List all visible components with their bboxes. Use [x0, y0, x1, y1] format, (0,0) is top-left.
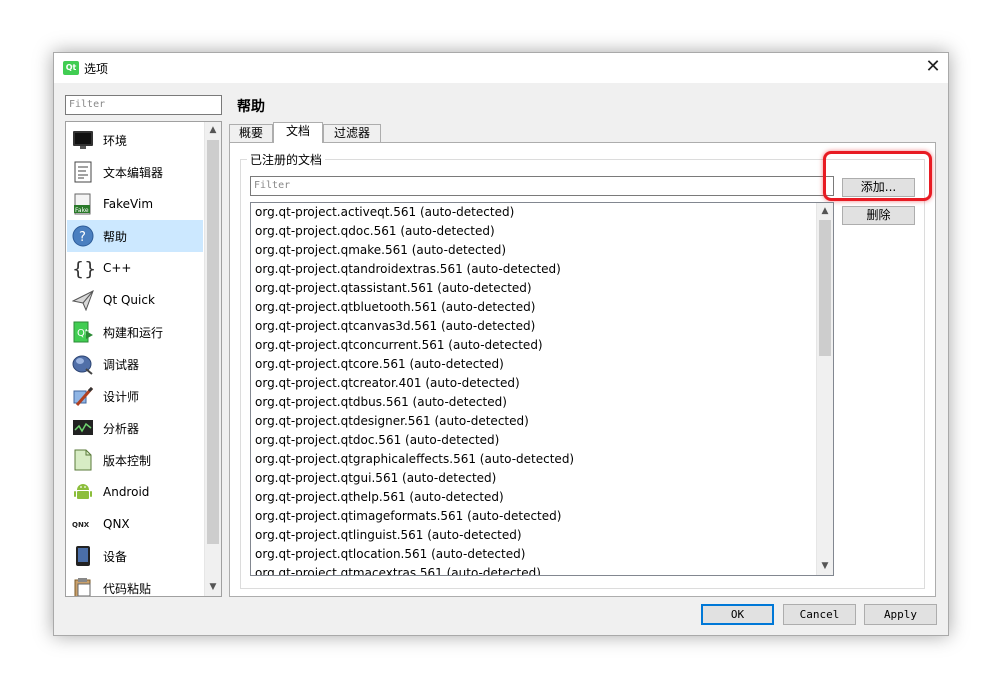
- apply-button[interactable]: Apply: [864, 604, 937, 625]
- build-run-icon: Qt: [71, 320, 95, 344]
- text-editor-icon: [71, 160, 95, 184]
- title-bar: Qt 选项 ✕: [54, 53, 948, 83]
- cancel-button[interactable]: Cancel: [783, 604, 856, 625]
- close-button[interactable]: ✕: [918, 53, 948, 83]
- svg-text:Fake: Fake: [75, 207, 89, 214]
- list-item[interactable]: org.qt-project.qtgui.561 (auto-detected): [255, 469, 496, 488]
- list-item[interactable]: org.qt-project.qtlocation.561 (auto-dete…: [255, 545, 525, 564]
- sidebar-item-code-paste[interactable]: 代码粘贴: [67, 572, 203, 596]
- list-item[interactable]: org.qt-project.qtgraphicaleffects.561 (a…: [255, 450, 574, 469]
- sidebar-item-qnx[interactable]: QNX QNX: [67, 508, 203, 540]
- sidebar-item-label: 帮助: [103, 229, 128, 244]
- category-scrollbar[interactable]: ▲ ▼: [204, 122, 221, 596]
- debugger-icon: [71, 352, 95, 376]
- scrollbar-thumb[interactable]: [207, 140, 219, 544]
- category-filter-input[interactable]: Filter: [65, 95, 222, 115]
- sidebar-item-qt-quick[interactable]: Qt Quick: [67, 284, 203, 316]
- qt-app-icon: Qt: [63, 61, 79, 75]
- sidebar-item-text-editor[interactable]: 文本编辑器: [67, 156, 203, 188]
- scroll-down-icon[interactable]: ▼: [817, 558, 833, 575]
- list-item[interactable]: org.qt-project.qthelp.561 (auto-detected…: [255, 488, 504, 507]
- sidebar-item-label: 代码粘贴: [103, 581, 152, 596]
- list-item[interactable]: org.qt-project.qtmacextras.561 (auto-det…: [255, 564, 541, 575]
- group-title: 已注册的文档: [247, 151, 326, 168]
- sidebar-item-label: 设计师: [103, 389, 140, 404]
- list-item[interactable]: org.qt-project.qtcanvas3d.561 (auto-dete…: [255, 317, 535, 336]
- add-button[interactable]: 添加...: [842, 178, 915, 197]
- list-item[interactable]: org.qt-project.qdoc.561 (auto-detected): [255, 222, 495, 241]
- documents-pane: 已注册的文档 Filter 添加... 删除 org.qt-project.ac…: [229, 142, 936, 597]
- sidebar-item-help[interactable]: ? 帮助: [67, 220, 203, 252]
- qnx-icon: QNX: [71, 512, 95, 536]
- ok-button[interactable]: OK: [701, 604, 774, 625]
- sidebar-item-environment[interactable]: 环境: [67, 124, 203, 156]
- close-icon: ✕: [925, 56, 941, 77]
- code-paste-icon: [71, 576, 95, 596]
- sidebar-item-label: Android: [103, 485, 150, 499]
- sidebar-item-label: QNX: [103, 517, 130, 531]
- page-title: 帮助: [237, 99, 265, 115]
- sidebar-item-label: 构建和运行: [103, 325, 164, 340]
- sidebar-item-label: C++: [103, 261, 132, 275]
- tab-overview[interactable]: 概要: [229, 124, 273, 142]
- sidebar-item-analyzer[interactable]: 分析器: [67, 412, 203, 444]
- doc-filter-input[interactable]: Filter: [250, 176, 834, 196]
- analyzer-icon: [71, 416, 95, 440]
- sidebar-item-label: 调试器: [103, 357, 140, 372]
- monitor-icon: [71, 128, 95, 152]
- list-item[interactable]: org.qt-project.qtcore.561 (auto-detected…: [255, 355, 504, 374]
- sidebar-item-label: 版本控制: [103, 453, 152, 468]
- sidebar-item-cpp[interactable]: {} C++: [67, 252, 203, 284]
- list-item[interactable]: org.qt-project.qtimageformats.561 (auto-…: [255, 507, 561, 526]
- scroll-up-icon[interactable]: ▲: [205, 122, 221, 139]
- paper-plane-icon: [71, 288, 95, 312]
- category-list: 环境 文本编辑器 Fake FakeVim ? 帮助 {} C++ Qt Qui…: [65, 121, 222, 597]
- doc-list[interactable]: org.qt-project.activeqt.561 (auto-detect…: [250, 202, 834, 576]
- list-item[interactable]: org.qt-project.qtassistant.561 (auto-det…: [255, 279, 532, 298]
- svg-text:{}: {}: [72, 258, 94, 279]
- list-item[interactable]: org.qt-project.qtdoc.561 (auto-detected): [255, 431, 499, 450]
- sidebar-item-label: 设备: [103, 549, 128, 564]
- sidebar-item-fakevim[interactable]: Fake FakeVim: [67, 188, 203, 220]
- list-item[interactable]: org.qt-project.qtdesigner.561 (auto-dete…: [255, 412, 529, 431]
- sidebar-item-build-run[interactable]: Qt 构建和运行: [67, 316, 203, 348]
- braces-icon: {}: [71, 256, 95, 280]
- svg-text:QNX: QNX: [72, 521, 90, 529]
- tab-filters[interactable]: 过滤器: [323, 124, 381, 142]
- sidebar-item-device[interactable]: 设备: [67, 540, 203, 572]
- list-item[interactable]: org.qt-project.qtbluetooth.561 (auto-det…: [255, 298, 535, 317]
- version-control-icon: [71, 448, 95, 472]
- sidebar-item-version-control[interactable]: 版本控制: [67, 444, 203, 476]
- help-icon: ?: [71, 224, 95, 248]
- designer-icon: [71, 384, 95, 408]
- list-item[interactable]: org.qt-project.qtandroidextras.561 (auto…: [255, 260, 561, 279]
- list-item[interactable]: org.qt-project.qtconcurrent.561 (auto-de…: [255, 336, 543, 355]
- sidebar-item-android[interactable]: Android: [67, 476, 203, 508]
- sidebar-item-label: 环境: [103, 133, 128, 148]
- sidebar-item-designer[interactable]: 设计师: [67, 380, 203, 412]
- list-item[interactable]: org.qt-project.qtcreator.401 (auto-detec…: [255, 374, 520, 393]
- scroll-up-icon[interactable]: ▲: [817, 203, 833, 220]
- sidebar-item-label: 分析器: [103, 421, 140, 436]
- list-item[interactable]: org.qt-project.qtlinguist.561 (auto-dete…: [255, 526, 522, 545]
- svg-text:?: ?: [79, 230, 86, 245]
- android-icon: [71, 480, 95, 504]
- remove-button[interactable]: 删除: [842, 206, 915, 225]
- fakevim-icon: Fake: [71, 192, 95, 216]
- scroll-down-icon[interactable]: ▼: [205, 579, 221, 596]
- doc-list-scrollbar[interactable]: ▲ ▼: [816, 203, 833, 575]
- tab-documents[interactable]: 文档: [273, 122, 323, 143]
- sidebar-item-label: Qt Quick: [103, 293, 155, 307]
- sidebar-item-label: 文本编辑器: [103, 165, 164, 180]
- window-title: 选项: [84, 62, 109, 76]
- scrollbar-thumb[interactable]: [819, 220, 831, 356]
- sidebar-item-label: FakeVim: [103, 197, 154, 211]
- list-item[interactable]: org.qt-project.qtdbus.561 (auto-detected…: [255, 393, 507, 412]
- list-item[interactable]: org.qt-project.activeqt.561 (auto-detect…: [255, 203, 514, 222]
- sidebar-item-debugger[interactable]: 调试器: [67, 348, 203, 380]
- device-icon: [71, 544, 95, 568]
- list-item[interactable]: org.qt-project.qmake.561 (auto-detected): [255, 241, 506, 260]
- options-dialog: Qt 选项 ✕ Filter 环境 文本编辑器 Fake FakeVim ? 帮…: [53, 52, 949, 636]
